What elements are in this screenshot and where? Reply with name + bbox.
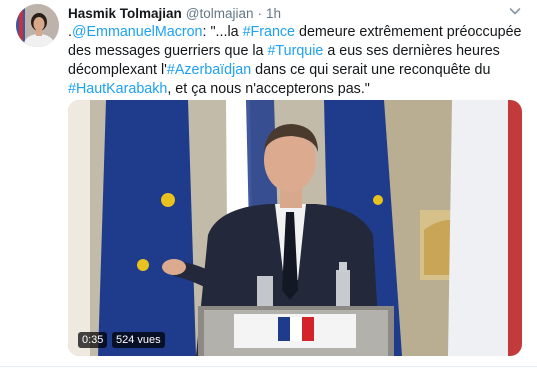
chevron-down-icon[interactable] <box>507 3 523 19</box>
video-frame <box>68 100 522 356</box>
hashtag-link[interactable]: #Turquie <box>267 43 323 59</box>
divider <box>0 366 537 367</box>
author-name[interactable]: Hasmik Tolmajian <box>68 6 182 21</box>
tweet-header: Hasmik Tolmajian @tolmajian · 1h <box>68 4 518 24</box>
separator-dot: · <box>257 6 263 21</box>
tweet[interactable]: Hasmik Tolmajian @tolmajian · 1h .@Emmanuel… <box>0 0 537 369</box>
view-count: 524 vues <box>112 332 165 348</box>
avatar[interactable] <box>16 4 59 47</box>
mention-link[interactable]: @EmmanuelMacron <box>72 24 203 40</box>
tweet-text: .@EmmanuelMacron: "...la #France demeure… <box>68 23 528 99</box>
text-part: dans ce qui serait une reconquête du <box>251 62 491 78</box>
video-player[interactable]: 0:35 524 vues <box>68 100 522 356</box>
avatar-image <box>16 4 59 47</box>
text-part: , et ça nous n'accepterons pas." <box>167 81 370 97</box>
video-duration: 0:35 <box>78 332 108 348</box>
author-handle[interactable]: @tolmajian <box>186 6 254 21</box>
hashtag-link[interactable]: #Azerbaïdjan <box>167 62 251 78</box>
text-part: : "...la <box>202 24 243 40</box>
tweet-timestamp[interactable]: 1h <box>266 6 281 21</box>
hashtag-link[interactable]: #HautKarabakh <box>68 81 167 97</box>
hashtag-link[interactable]: #France <box>243 24 295 40</box>
